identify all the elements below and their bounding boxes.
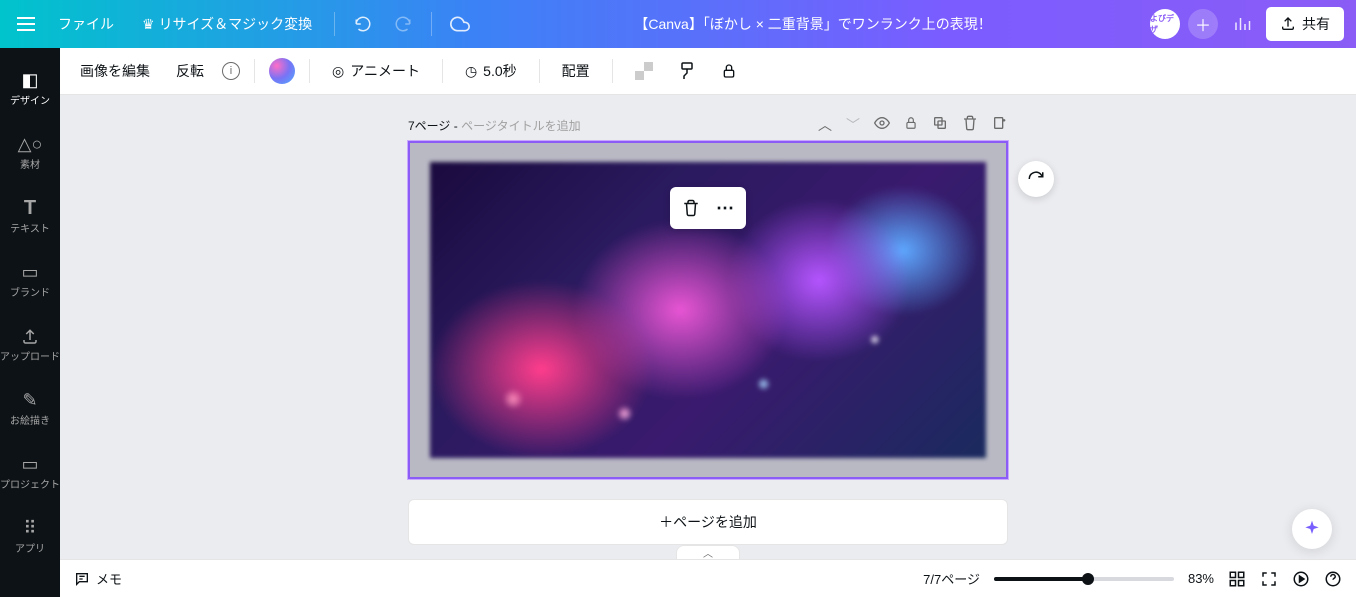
separator — [254, 59, 255, 83]
delete-element-button[interactable] — [676, 193, 706, 223]
elements-icon: △○ — [18, 134, 43, 156]
lock-button[interactable] — [713, 56, 745, 86]
context-toolbar: 画像を編集 反転 i ◎ アニメート ◷ 5.0秒 配置 — [60, 48, 1356, 95]
document-title[interactable]: 【Canva】「ぼかし × 二重背景」でワンランク上の表現！ — [484, 14, 1142, 34]
zoom-slider[interactable] — [994, 577, 1174, 581]
separator — [309, 59, 310, 83]
avatar[interactable]: よびデザ — [1150, 9, 1180, 39]
separator — [539, 59, 540, 83]
info-icon[interactable]: i — [222, 62, 240, 80]
folder-icon: ▭ — [21, 454, 38, 476]
page-visibility-button[interactable] — [874, 115, 890, 135]
separator — [431, 12, 432, 36]
sidebar: ◧デザイン △○素材 Tテキスト ▭ブランド アップロード ✎お絵描き ▭プロジ… — [0, 48, 60, 597]
design-icon: ◧ — [21, 70, 38, 92]
transparency-button[interactable] — [627, 56, 661, 86]
analytics-button[interactable] — [1226, 8, 1258, 40]
color-swatch[interactable] — [269, 58, 295, 84]
position-button[interactable]: 配置 — [554, 55, 598, 87]
resize-label: リサイズ＆マジック変換 — [159, 14, 313, 34]
ai-assist-button[interactable] — [1292, 509, 1332, 549]
page-counter[interactable]: 7/7ページ — [923, 569, 980, 588]
notes-icon — [74, 571, 90, 587]
page-add-button[interactable] — [992, 115, 1008, 135]
element-floating-toolbar: ⋯ — [670, 187, 746, 229]
page-duplicate-button[interactable] — [932, 115, 948, 135]
separator — [442, 59, 443, 83]
draw-icon: ✎ — [22, 390, 37, 412]
sidebar-item-apps[interactable]: ⠿アプリ — [0, 504, 60, 568]
zoom-value[interactable]: 83% — [1188, 571, 1214, 586]
file-menu[interactable]: ファイル — [48, 8, 124, 40]
sidebar-item-brand[interactable]: ▭ブランド — [0, 248, 60, 312]
page-up-button[interactable]: ︿ — [818, 115, 832, 135]
clock-icon: ◷ — [465, 63, 477, 80]
text-icon: T — [24, 198, 36, 220]
apps-icon: ⠿ — [23, 518, 36, 540]
flip-button[interactable]: 反転 — [168, 55, 212, 87]
help-button[interactable] — [1324, 570, 1342, 588]
canvas-page[interactable]: ⋯ — [408, 141, 1008, 479]
page-delete-button[interactable] — [962, 115, 978, 135]
grid-view-button[interactable] — [1228, 570, 1246, 588]
share-label: 共有 — [1302, 14, 1330, 34]
add-page-button[interactable]: ＋ページを追加 — [408, 499, 1008, 545]
edit-image-button[interactable]: 画像を編集 — [72, 55, 158, 87]
animate-button[interactable]: ◎ アニメート — [324, 55, 428, 87]
page-down-button[interactable]: ﹀ — [846, 115, 860, 135]
brand-icon: ▭ — [21, 262, 38, 284]
cloud-sync-icon[interactable] — [444, 8, 476, 40]
more-options-button[interactable]: ⋯ — [710, 193, 740, 223]
sidebar-item-upload[interactable]: アップロード — [0, 312, 60, 376]
animate-icon: ◎ — [332, 63, 344, 80]
separator — [334, 12, 335, 36]
separator — [612, 59, 613, 83]
collapse-panel-tab[interactable]: ︿ — [676, 545, 740, 559]
sidebar-item-elements[interactable]: △○素材 — [0, 120, 60, 184]
share-button[interactable]: 共有 — [1266, 7, 1344, 41]
resize-magic-button[interactable]: ♛ リサイズ＆マジック変換 — [132, 8, 322, 40]
redo-button[interactable] — [387, 8, 419, 40]
sidebar-item-text[interactable]: Tテキスト — [0, 184, 60, 248]
page-label[interactable]: 7ページ - ページタイトルを追加 — [408, 117, 581, 134]
undo-button[interactable] — [347, 8, 379, 40]
copy-style-button[interactable] — [671, 56, 703, 86]
add-member-button[interactable]: ＋ — [1188, 9, 1218, 39]
regenerate-button[interactable] — [1018, 161, 1054, 197]
fullscreen-button[interactable] — [1260, 570, 1278, 588]
menu-button[interactable] — [12, 10, 40, 38]
duration-button[interactable]: ◷ 5.0秒 — [457, 55, 525, 87]
upload-icon — [1280, 16, 1296, 32]
sidebar-item-design[interactable]: ◧デザイン — [0, 56, 60, 120]
upload-icon — [21, 326, 39, 348]
present-button[interactable] — [1292, 570, 1310, 588]
crown-icon: ♛ — [142, 16, 155, 33]
notes-button[interactable]: メモ — [74, 569, 122, 588]
page-lock-button[interactable] — [904, 115, 918, 135]
sidebar-item-draw[interactable]: ✎お絵描き — [0, 376, 60, 440]
sidebar-item-projects[interactable]: ▭プロジェクト — [0, 440, 60, 504]
